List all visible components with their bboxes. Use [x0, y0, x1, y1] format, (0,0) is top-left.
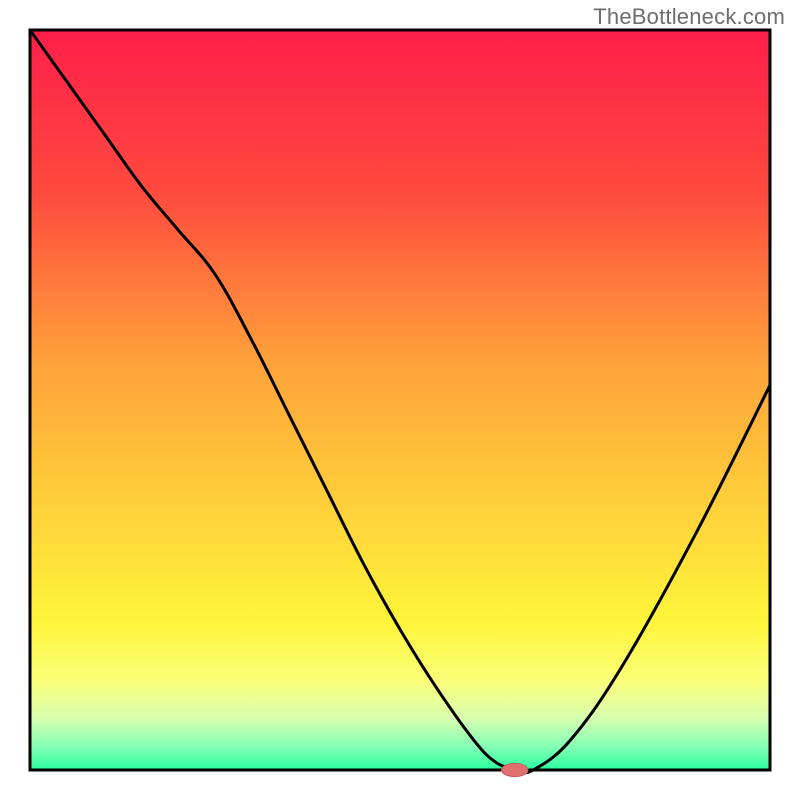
bottleneck-chart: [0, 0, 800, 800]
optimum-marker: [501, 763, 528, 776]
chart-gradient-bg: [30, 30, 770, 770]
